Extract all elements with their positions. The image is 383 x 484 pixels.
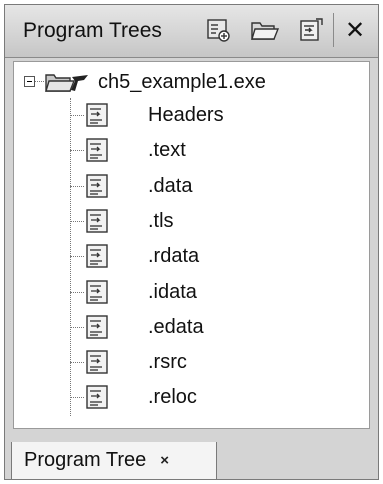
tree-connector [70,221,84,222]
tree-item[interactable]: .text [84,133,186,167]
new-tree-icon [207,19,230,42]
tree-item-label: .rsrc [148,350,187,373]
tree-item-label: .rdata [148,244,200,267]
tree-connector [70,362,84,363]
program-trees-panel: Program Trees ✕ ch5_example1.exe Headers… [4,4,379,480]
fragment-icon [86,385,108,409]
tree-item-label: .data [148,174,193,197]
toolbar-separator [333,13,334,47]
fragment-icon [86,174,108,198]
merge-tree-button[interactable] [295,15,327,45]
tree-item-label: Headers [148,103,224,126]
fragment-icon [86,138,108,162]
new-tree-button[interactable] [203,15,235,45]
tree-item[interactable]: .rsrc [84,345,187,379]
tree-item[interactable]: .data [84,169,192,203]
tree-root-item[interactable]: ch5_example1.exe [44,65,266,99]
tree-connector [70,397,84,398]
tree-item[interactable]: .idata [84,275,197,309]
tree-item[interactable]: Headers [84,98,224,132]
fragment-icon [86,244,108,268]
open-folder-icon [251,22,280,40]
tree-connector [70,150,84,151]
fragment-icon [86,315,108,339]
close-panel-button[interactable]: ✕ [339,15,371,45]
tab-label: Program Tree [24,449,147,471]
tree-connector [70,327,84,328]
tab-program-tree[interactable]: Program Tree × [11,442,217,480]
tree-item[interactable]: .rdata [84,239,199,273]
panel-title-bar: Program Trees ✕ [5,5,378,58]
tree-root-label: ch5_example1.exe [98,70,266,93]
tree-item[interactable]: .reloc [84,380,197,414]
tree-item-label: .reloc [148,385,197,408]
fragment-icon [86,103,108,127]
fragment-icon [86,280,108,304]
tree-item-label: .tls [148,209,174,232]
tree-item[interactable]: .tls [84,204,174,238]
tree-connector [70,98,71,416]
merge-tree-icon [300,18,323,41]
tree-connector [70,292,84,293]
close-icon: ✕ [344,16,366,44]
tree-connector [70,115,84,116]
program-tree-view[interactable]: ch5_example1.exe Headers .text .data .tls .r… [13,61,370,429]
tree-item-label: .text [148,138,186,161]
tree-connector [70,256,84,257]
tree-item-label: .edata [148,315,204,338]
fragment-icon [86,350,108,374]
fragment-icon [86,209,108,233]
open-tree-button[interactable] [249,15,281,45]
program-folder-icon [45,74,88,92]
panel-title: Program Trees [23,19,162,42]
tree-item[interactable]: .edata [84,310,204,344]
tree-connector [70,186,84,187]
tree-connector [35,81,44,82]
tab-close-icon[interactable]: × [160,452,169,469]
collapse-toggle[interactable] [24,76,35,87]
tree-item-label: .idata [148,280,197,303]
